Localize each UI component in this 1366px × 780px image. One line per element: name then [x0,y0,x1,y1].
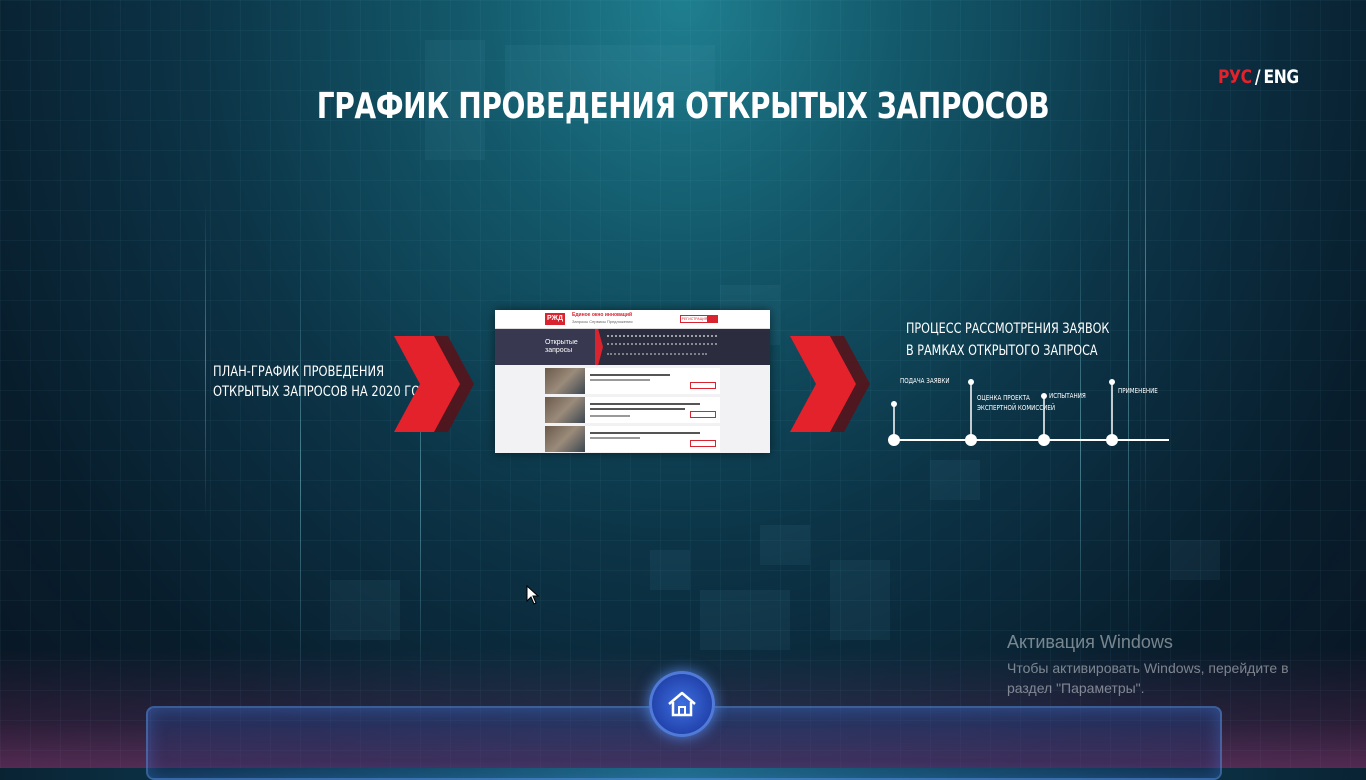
list-item [545,397,720,423]
preview-banner: Открытые запросы [495,329,770,365]
timeline-label-testing: ИСПЫТАНИЯ [1049,392,1086,400]
language-separator: / [1254,66,1261,88]
preview-nav: Запросы Сервисы Предложения [572,319,633,324]
review-process-heading: ПРОЦЕСС РАССМОТРЕНИЯ ЗАЯВОК В РАМКАХ ОТК… [906,318,1109,362]
page-title: ГРАФИК ПРОВЕДЕНИЯ ОТКРЫТЫХ ЗАПРОСОВ [316,86,1050,127]
review-process-line2: В РАМКАХ ОТКРЫТОГО ЗАПРОСА [906,343,1098,359]
timeline-node-application [1106,434,1118,446]
double-chevron-right-icon [394,336,474,432]
list-item [545,426,720,452]
review-process-line1: ПРОЦЕСС РАССМОТРЕНИЯ ЗАЯВОК [906,321,1110,337]
timeline-node-evaluation [965,434,977,446]
timeline-node-testing [1038,434,1050,446]
windows-activation-watermark: Активация Windows Чтобы активировать Win… [1007,632,1317,698]
open-requests-preview[interactable]: РЖД Единое окно инноваций Запросы Сервис… [495,310,770,453]
windows-activation-title: Активация Windows [1007,632,1173,652]
timeline-node-submit [888,434,900,446]
timeline-label-application: ПРИМЕНЕНИЕ [1118,387,1158,395]
preview-banner-title: Открытые запросы [545,339,578,354]
timeline-label-submit: ПОДАЧА ЗАЯВКИ [900,377,950,385]
home-icon [668,691,696,717]
language-eng[interactable]: ENG [1263,66,1299,88]
list-item [545,368,720,394]
rzd-logo: РЖД [545,313,565,325]
windows-activation-text: Чтобы активировать Windows, перейдите в … [1007,660,1289,696]
preview-login-button [707,315,718,323]
double-chevron-right-icon [790,336,870,432]
preview-site-title: Единое окно инноваций [572,312,633,318]
timeline-label-evaluation: ОЦЕНКА ПРОЕКТА ЭКСПЕРТНОЙ КОМИССИЕЙ [977,394,1056,412]
preview-header: РЖД Единое окно инноваций Запросы Сервис… [495,310,770,329]
preview-register-button: РЕГИСТРАЦИЯ [680,315,709,323]
preview-list [545,368,720,453]
language-switcher: РУС / ENG [1218,66,1299,88]
home-button[interactable] [649,671,715,737]
mouse-cursor-icon [526,585,540,605]
language-rus[interactable]: РУС [1218,66,1252,88]
